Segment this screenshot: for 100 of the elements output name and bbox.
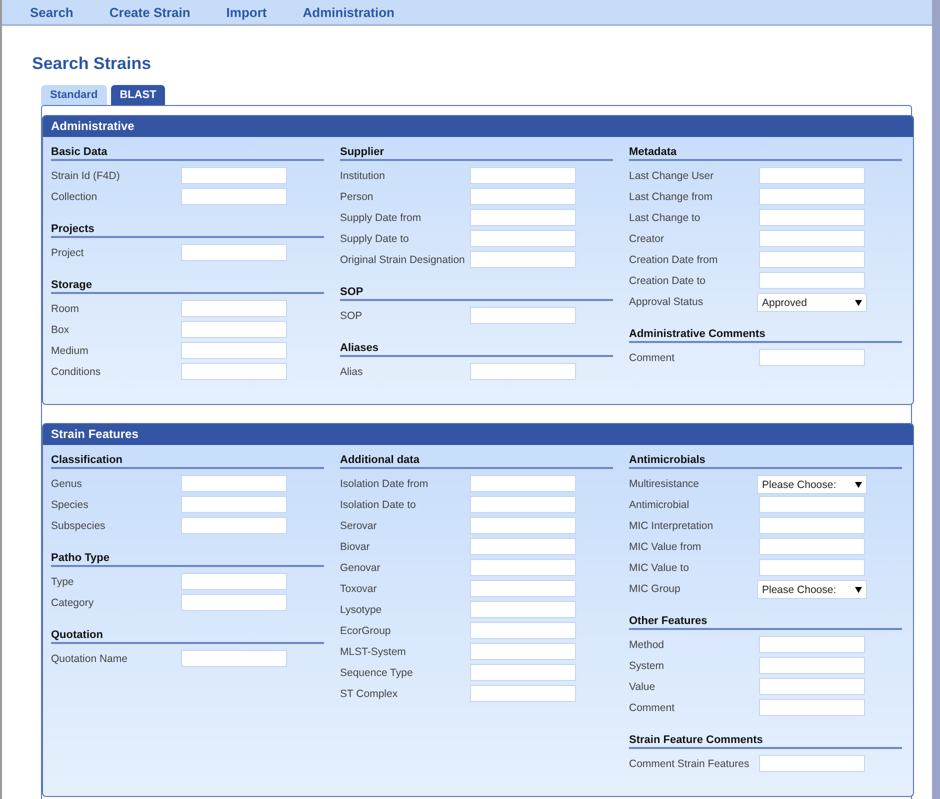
input-field[interactable]	[759, 496, 865, 513]
field-label: Creation Date to	[629, 274, 706, 287]
field-label: Type	[51, 575, 75, 588]
input-field[interactable]	[181, 496, 287, 513]
input-field[interactable]	[470, 188, 576, 205]
section-heading: Strain Feature Comments	[629, 734, 902, 749]
field-label: Comment Strain Features	[629, 757, 750, 770]
input-field[interactable]	[759, 188, 865, 205]
input-field[interactable]	[759, 678, 865, 695]
field-label: MIC Group	[629, 582, 682, 595]
dropdown[interactable]: Please Choose:	[757, 580, 867, 599]
input-field[interactable]	[181, 244, 287, 261]
tab[interactable]: Standard	[41, 85, 107, 105]
field-label: MIC Value to	[629, 561, 690, 574]
field-label: Alias	[340, 365, 364, 378]
input-field[interactable]	[470, 517, 576, 534]
tab[interactable]: BLAST	[110, 85, 166, 105]
input-field[interactable]	[470, 685, 576, 702]
panel-header: Strain Features	[43, 424, 913, 445]
field-label: Box	[51, 323, 70, 336]
input-field[interactable]	[181, 167, 287, 184]
section-heading: Quotation	[51, 629, 324, 644]
input-field[interactable]	[470, 496, 576, 513]
dropdown[interactable]: Please Choose:	[757, 475, 867, 494]
input-field[interactable]	[759, 251, 865, 268]
dropdown[interactable]: Approved	[757, 293, 867, 312]
field-label: Comment	[629, 701, 676, 714]
field-label: Serovar	[340, 519, 378, 532]
field-label: Method	[629, 638, 666, 651]
input-field[interactable]	[470, 559, 576, 576]
input-field[interactable]	[470, 251, 576, 268]
field-label: Comment	[629, 351, 676, 364]
input-field[interactable]	[470, 643, 576, 660]
input-field[interactable]	[181, 363, 287, 380]
input-field[interactable]	[181, 321, 287, 338]
input-field[interactable]	[470, 363, 576, 380]
field-label: Genus	[51, 477, 83, 490]
input-field[interactable]	[759, 209, 865, 226]
input-field[interactable]	[470, 538, 576, 555]
input-field[interactable]	[759, 636, 865, 653]
input-field[interactable]	[181, 650, 287, 667]
input-field[interactable]	[181, 517, 287, 534]
field-label: Antimicrobial	[629, 498, 690, 511]
field-label: Genovar	[340, 561, 382, 574]
section-heading: SOP	[340, 286, 613, 301]
input-field[interactable]	[759, 167, 865, 184]
input-field[interactable]	[470, 167, 576, 184]
field-label: SOP	[340, 309, 364, 322]
field-label: Quotation Name	[51, 652, 128, 665]
field-label: Creator	[629, 232, 666, 245]
input-field[interactable]	[470, 307, 576, 324]
input-field[interactable]	[470, 622, 576, 639]
input-field[interactable]	[759, 349, 865, 366]
field-label: MIC Interpretation	[629, 519, 714, 532]
section-heading: Patho Type	[51, 552, 324, 567]
field-label: Isolation Date from	[340, 477, 430, 490]
input-field[interactable]	[181, 594, 287, 611]
field-label: MLST-System	[340, 645, 407, 658]
input-field[interactable]	[759, 559, 865, 576]
nav-link[interactable]: Administration	[302, 4, 394, 20]
input-field[interactable]	[470, 580, 576, 597]
input-field[interactable]	[470, 664, 576, 681]
nav-link[interactable]: Import	[226, 4, 267, 20]
input-field[interactable]	[759, 517, 865, 534]
field-label: Last Change from	[629, 190, 714, 203]
input-field[interactable]	[470, 475, 576, 492]
input-field[interactable]	[181, 300, 287, 317]
field-label: Subspecies	[51, 519, 106, 532]
page-title: Search Strains	[32, 53, 152, 75]
input-field[interactable]	[759, 755, 865, 772]
field-label: Creation Date from	[629, 253, 719, 266]
caret-icon	[855, 586, 862, 592]
field-label: Supply Date from	[340, 211, 422, 224]
field-label: Lysotype	[340, 603, 383, 616]
input-field[interactable]	[470, 230, 576, 247]
field-label: Toxovar	[340, 582, 378, 595]
field-label: Multiresistance	[629, 477, 700, 490]
field-label: Last Change User	[629, 169, 715, 182]
input-field[interactable]	[759, 657, 865, 674]
field-label: EcorGroup	[340, 624, 392, 637]
input-field[interactable]	[759, 699, 865, 716]
field-label: Original Strain Designation	[340, 253, 466, 266]
section-heading: Basic Data	[51, 146, 324, 161]
input-field[interactable]	[181, 573, 287, 590]
field-label: System	[629, 659, 666, 672]
input-field[interactable]	[181, 342, 287, 359]
section-heading: Projects	[51, 223, 324, 238]
input-field[interactable]	[470, 601, 576, 618]
input-field[interactable]	[470, 209, 576, 226]
input-field[interactable]	[759, 230, 865, 247]
section-heading: Aliases	[340, 342, 613, 357]
input-field[interactable]	[181, 188, 287, 205]
section-heading: Antimicrobials	[629, 454, 902, 469]
field-label: Last Change to	[629, 211, 702, 224]
input-field[interactable]	[759, 538, 865, 555]
input-field[interactable]	[759, 272, 865, 289]
nav-link[interactable]: Create Strain	[109, 4, 190, 20]
field-label: MIC Value from	[629, 540, 702, 553]
nav-link[interactable]: Search	[30, 4, 74, 20]
input-field[interactable]	[181, 475, 287, 492]
